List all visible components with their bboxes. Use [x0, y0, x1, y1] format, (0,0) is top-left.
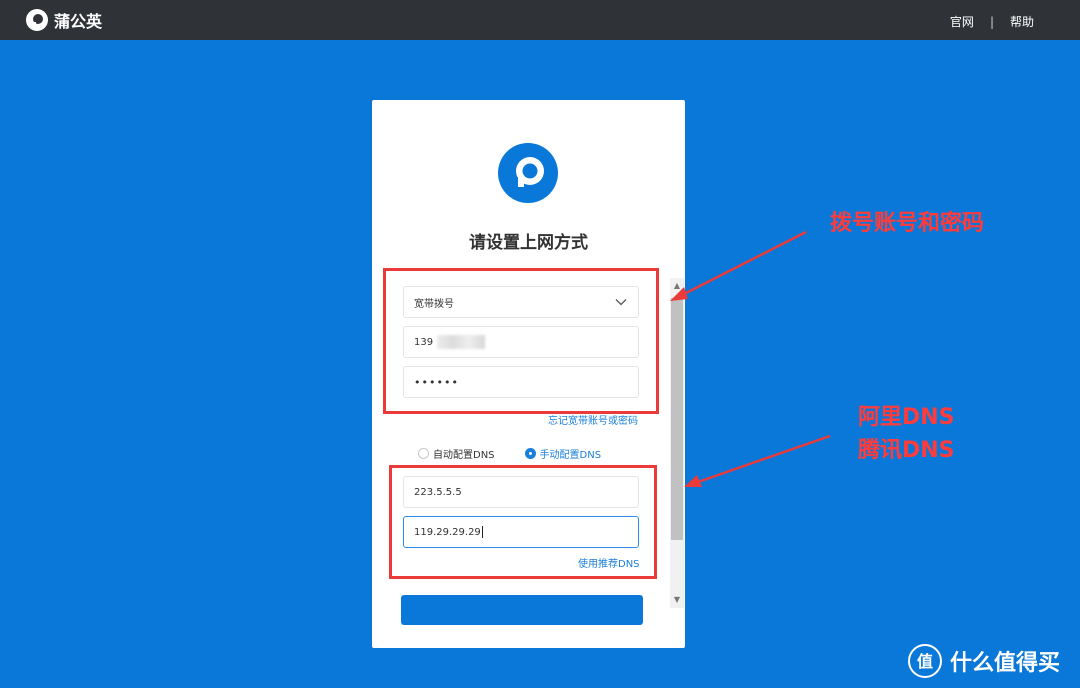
- dns-annotation-line1: 阿里DNS: [858, 405, 955, 430]
- watermark: 值 什么值得买: [908, 644, 1060, 678]
- watermark-text: 什么值得买: [950, 651, 1061, 676]
- smzdm-badge-icon: 值: [908, 644, 942, 678]
- dns-annotation-line2: 腾讯DNS: [858, 438, 955, 463]
- annotation-arrows: [670, 230, 831, 487]
- account-annotation: 拨号账号和密码: [830, 211, 985, 236]
- watermark-badge-text: 值: [917, 652, 933, 671]
